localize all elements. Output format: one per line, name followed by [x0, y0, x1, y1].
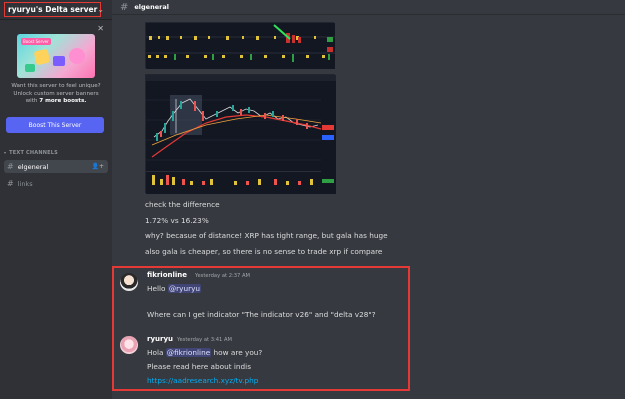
- chat-area: # elgeneral check the difference 1.72% v…: [112, 0, 625, 399]
- channel-topbar: # elgeneral: [112, 0, 625, 15]
- boost-line-1: Want this server to feel unique?: [11, 83, 101, 89]
- banner-tag: Boost Server: [21, 38, 51, 45]
- boost-banner-image: Boost Server: [17, 34, 95, 78]
- highlight-box: fikrionline Yesterday at 2:37 AM Hello @…: [112, 266, 410, 391]
- user-mention[interactable]: @ryuryu: [167, 284, 202, 293]
- category-text-channels[interactable]: ▾ TEXT CHANNELS: [4, 150, 58, 156]
- channel-links[interactable]: # links: [4, 177, 108, 190]
- hash-icon: #: [7, 162, 14, 171]
- add-member-icon[interactable]: 👤+: [92, 163, 105, 170]
- message-line: 1.72% vs 16.23%: [145, 216, 209, 225]
- boost-promo-card: ✕ Boost Server Want this server to feel …: [0, 22, 112, 140]
- author-name[interactable]: fikrionline: [147, 271, 187, 279]
- boost-line-2: Unlock custom server banners: [13, 90, 99, 97]
- timestamp: Yesterday at 3:41 AM: [177, 337, 233, 343]
- server-name[interactable]: ryuryu's Delta server: [4, 2, 102, 17]
- channel-sidebar: ryuryu's Delta server ⌄ ✕ Boost Server W…: [0, 0, 112, 399]
- chevron-down-icon[interactable]: ⌄: [97, 5, 104, 14]
- avatar[interactable]: [120, 336, 138, 354]
- boost-server-button[interactable]: Boost This Server: [6, 117, 104, 133]
- chevron-down-icon: ▾: [4, 150, 7, 155]
- message-link[interactable]: https://aadresearch.xyz/tv.php: [147, 376, 258, 385]
- channel-label: elgeneral: [17, 162, 49, 171]
- discord-window: ryuryu's Delta server ⌄ ✕ Boost Server W…: [0, 0, 625, 399]
- channel-elgeneral[interactable]: # elgeneral 👤+: [4, 160, 108, 173]
- message-line: also gala is cheaper, so there is no sen…: [145, 247, 383, 256]
- boost-description: Want this server to feel unique? Unlock …: [4, 83, 108, 106]
- hash-icon: #: [7, 179, 14, 188]
- attachment-chart-image-1[interactable]: [145, 22, 335, 69]
- channel-label: links: [17, 179, 33, 188]
- server-header[interactable]: ryuryu's Delta server ⌄: [0, 0, 112, 20]
- hash-icon: #: [120, 1, 129, 13]
- channel-title: elgeneral: [134, 3, 169, 11]
- timestamp: Yesterday at 2:37 AM: [195, 273, 251, 279]
- message-line: Where can I get indicator "The indicator…: [147, 310, 376, 319]
- message-line: Please read here about indis: [147, 362, 251, 371]
- attachment-chart-image-2[interactable]: [145, 74, 336, 194]
- message-line: Hello @ryuryu: [147, 284, 202, 293]
- message-line: Hola @fikrionline how are you?: [147, 348, 263, 357]
- close-icon[interactable]: ✕: [97, 24, 104, 33]
- message-line: check the difference: [145, 200, 220, 209]
- message-line: why? becasue of distance! XRP has tight …: [145, 231, 388, 240]
- author-name[interactable]: ryuryu: [147, 335, 173, 343]
- avatar[interactable]: [120, 273, 138, 291]
- user-mention[interactable]: @fikrionline: [165, 348, 212, 357]
- boost-line-3: with 7 more boosts.: [25, 98, 87, 105]
